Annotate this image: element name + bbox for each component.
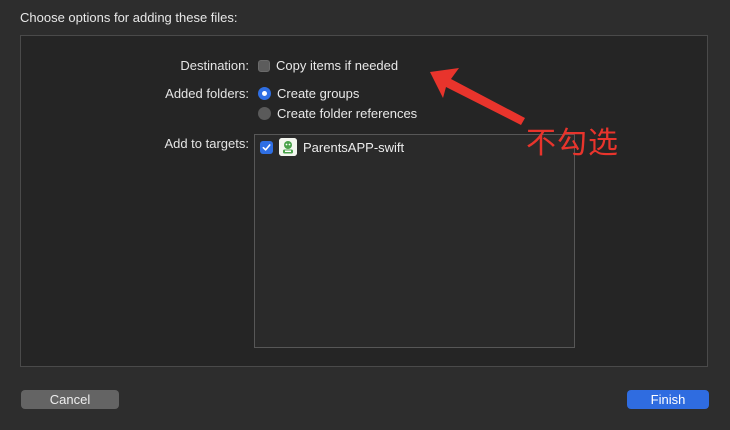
add-files-dialog: Choose options for adding these files: D… <box>0 0 730 430</box>
annotation-arrow-icon <box>430 68 525 125</box>
annotation-text: 不勾选 <box>526 126 619 161</box>
cancel-button[interactable]: Cancel <box>21 390 119 409</box>
finish-button[interactable]: Finish <box>627 390 709 409</box>
